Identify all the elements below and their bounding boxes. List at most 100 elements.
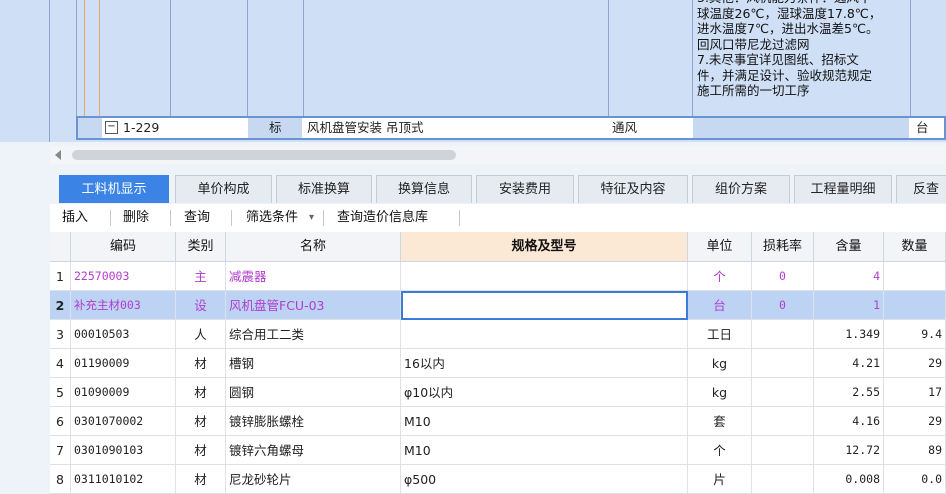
table-cell-loss[interactable] xyxy=(752,465,814,494)
table-cell-spec[interactable] xyxy=(401,320,688,349)
table-cell-content[interactable]: 4.16 xyxy=(814,407,884,436)
table-cell-loss[interactable] xyxy=(752,349,814,378)
table-cell-qty[interactable]: 0.0 xyxy=(884,465,946,494)
table-cell-content[interactable]: 0.008 xyxy=(814,465,884,494)
table-cell-unit[interactable]: kg xyxy=(688,349,752,378)
tab-pricing-scheme[interactable]: 组价方案 xyxy=(692,175,790,203)
grid-line xyxy=(76,0,77,116)
table-cell-qty[interactable] xyxy=(884,262,946,291)
tab-standard-conversion[interactable]: 标准换算 xyxy=(276,175,372,203)
column-header-name[interactable]: 名称 xyxy=(226,232,401,262)
table-cell-cat[interactable]: 材 xyxy=(176,436,226,465)
table-cell-unit[interactable]: 片 xyxy=(688,465,752,494)
tab-reverse-lookup[interactable]: 反查 xyxy=(896,175,946,203)
table-cell-cat[interactable]: 材 xyxy=(176,349,226,378)
table-cell-content[interactable]: 12.72 xyxy=(814,436,884,465)
chevron-down-icon[interactable]: ▾ xyxy=(309,208,314,228)
table-cell-unit[interactable]: 个 xyxy=(688,436,752,465)
toolbar-divider xyxy=(323,210,324,226)
table-cell-unit[interactable]: 工日 xyxy=(688,320,752,349)
desc-cell-bg xyxy=(693,118,909,138)
table-cell-qty[interactable] xyxy=(884,291,946,320)
table-cell-loss[interactable] xyxy=(752,378,814,407)
column-header-category[interactable]: 类别 xyxy=(176,232,226,262)
table-cell-spec[interactable]: φ500 xyxy=(401,465,688,494)
tab-unit-price[interactable]: 单价构成 xyxy=(175,175,272,203)
tab-quantity-detail[interactable]: 工程量明细 xyxy=(794,175,892,203)
table-cell-idx: 8 xyxy=(50,465,71,494)
collapse-toggle[interactable]: − xyxy=(105,121,118,134)
table-cell-unit[interactable]: kg xyxy=(688,378,752,407)
table-cell-name[interactable]: 综合用工二类 xyxy=(226,320,401,349)
table-cell-qty[interactable]: 17 xyxy=(884,378,946,407)
table-cell-code[interactable]: 补充主材003 xyxy=(71,291,176,320)
table-cell-content[interactable]: 1 xyxy=(814,291,884,320)
table-cell-qty[interactable]: 29 xyxy=(884,349,946,378)
table-cell-idx: 3 xyxy=(50,320,71,349)
table-cell-code[interactable]: 0311010102 xyxy=(71,465,176,494)
column-header-loss-rate[interactable]: 损耗率 xyxy=(752,232,814,262)
quota-name[interactable]: 风机盘管安装 吊顶式 xyxy=(307,118,423,138)
price-info-lookup-button[interactable]: 查询造价信息库 xyxy=(337,208,428,228)
table-cell-loss[interactable]: 0 xyxy=(752,262,814,291)
column-header-content[interactable]: 含量 xyxy=(814,232,884,262)
table-cell-cat[interactable]: 人 xyxy=(176,320,226,349)
table-cell-spec[interactable] xyxy=(401,262,688,291)
filter-dropdown[interactable]: 筛选条件 xyxy=(246,208,298,228)
table-cell-loss[interactable] xyxy=(752,436,814,465)
column-header-quantity[interactable]: 数量 xyxy=(884,232,946,262)
tab-labor-material-machine[interactable]: 工料机显示 xyxy=(59,175,169,203)
table-cell-unit[interactable]: 个 xyxy=(688,262,752,291)
table-cell-spec[interactable]: 16以内 xyxy=(401,349,688,378)
table-cell-name[interactable]: 风机盘管FCU-03 xyxy=(226,291,401,320)
table-cell-cat[interactable]: 设 xyxy=(176,291,226,320)
table-cell-spec[interactable]: M10 xyxy=(401,407,688,436)
table-cell-spec[interactable] xyxy=(401,291,688,320)
left-margin xyxy=(0,146,50,494)
table-cell-qty[interactable]: 29 xyxy=(884,407,946,436)
table-cell-content[interactable]: 1.349 xyxy=(814,320,884,349)
table-cell-cat[interactable]: 材 xyxy=(176,407,226,436)
grid-line xyxy=(910,0,911,116)
insert-button[interactable]: 插入 xyxy=(62,208,88,228)
table-cell-code[interactable]: 00010503 xyxy=(71,320,176,349)
table-cell-loss[interactable] xyxy=(752,320,814,349)
table-cell-qty[interactable]: 89 xyxy=(884,436,946,465)
table-cell-cat[interactable]: 材 xyxy=(176,465,226,494)
table-cell-cat[interactable]: 主 xyxy=(176,262,226,291)
table-cell-qty[interactable]: 9.4 xyxy=(884,320,946,349)
tab-conversion-info[interactable]: 换算信息 xyxy=(376,175,472,203)
column-header-code[interactable]: 编码 xyxy=(71,232,176,262)
table-cell-code[interactable]: 22570003 xyxy=(71,262,176,291)
table-cell-spec[interactable]: φ10以内 xyxy=(401,378,688,407)
table-cell-loss[interactable]: 0 xyxy=(752,291,814,320)
grid-line xyxy=(608,0,609,116)
scroll-left-icon[interactable] xyxy=(55,150,61,160)
tab-install-cost[interactable]: 安装费用 xyxy=(476,175,574,203)
table-cell-unit[interactable]: 套 xyxy=(688,407,752,436)
table-cell-name[interactable]: 镀锌六角螺母 xyxy=(226,436,401,465)
grid-line xyxy=(99,0,100,116)
table-cell-unit[interactable]: 台 xyxy=(688,291,752,320)
column-header-unit[interactable]: 单位 xyxy=(688,232,752,262)
table-cell-content[interactable]: 2.55 xyxy=(814,378,884,407)
table-cell-code[interactable]: 0301090103 xyxy=(71,436,176,465)
delete-button[interactable]: 删除 xyxy=(123,208,149,228)
table-cell-content[interactable]: 4.21 xyxy=(814,349,884,378)
table-cell-loss[interactable] xyxy=(752,407,814,436)
table-cell-name[interactable]: 减震器 xyxy=(226,262,401,291)
table-cell-code[interactable]: 0301070002 xyxy=(71,407,176,436)
table-cell-name[interactable]: 尼龙砂轮片 xyxy=(226,465,401,494)
table-cell-cat[interactable]: 材 xyxy=(176,378,226,407)
tab-features[interactable]: 特征及内容 xyxy=(578,175,688,203)
table-cell-code[interactable]: 01090009 xyxy=(71,378,176,407)
table-cell-name[interactable]: 槽钢 xyxy=(226,349,401,378)
table-cell-content[interactable]: 4 xyxy=(814,262,884,291)
table-cell-name[interactable]: 圆钢 xyxy=(226,378,401,407)
table-cell-code[interactable]: 01190009 xyxy=(71,349,176,378)
scrollbar-thumb[interactable] xyxy=(72,150,456,160)
table-cell-name[interactable]: 镀锌膨胀螺栓 xyxy=(226,407,401,436)
column-header-spec[interactable]: 规格及型号 xyxy=(401,232,688,262)
query-button[interactable]: 查询 xyxy=(184,208,210,228)
table-cell-spec[interactable]: M10 xyxy=(401,436,688,465)
